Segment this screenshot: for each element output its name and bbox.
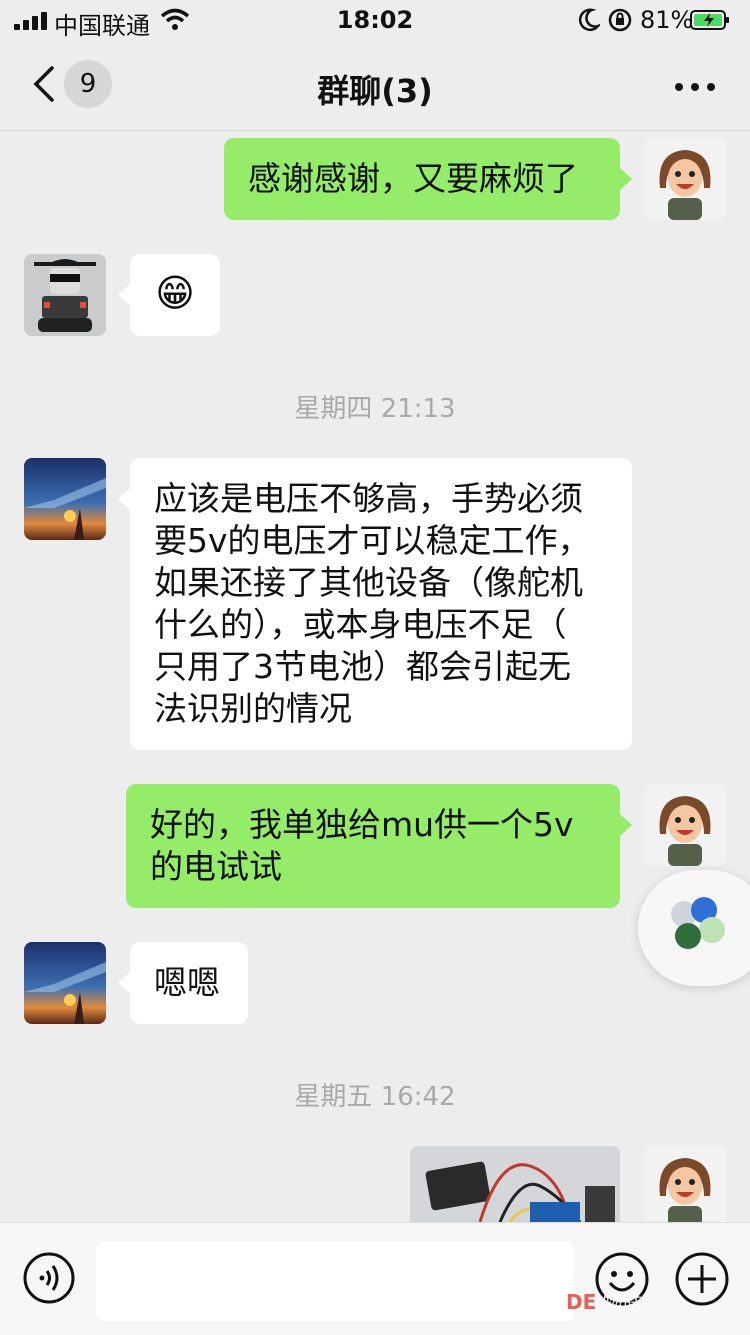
sunset-avatar[interactable]	[24, 942, 106, 1024]
my-avatar[interactable]	[644, 784, 726, 866]
my-avatar[interactable]	[644, 138, 726, 220]
battery-percent: 81%	[640, 6, 694, 34]
moon-icon	[578, 8, 600, 32]
sunset-avatar-icon	[24, 942, 106, 1024]
message-text: 感谢感谢，又要麻烦了	[248, 159, 578, 198]
watermark-prefix: DE	[566, 1290, 597, 1314]
timestamp: 星期五 16:42	[294, 1082, 456, 1112]
message-bubble[interactable]: 好的，我单独给mu供一个5v 的电试试	[126, 784, 620, 908]
message-line: 好的，我单独给mu供一个5v	[150, 805, 574, 844]
plus-icon[interactable]	[674, 1251, 730, 1307]
voice-icon[interactable]	[22, 1251, 76, 1305]
image-message[interactable]	[410, 1146, 620, 1222]
battery-icon	[690, 10, 729, 30]
circuit-photo-icon	[410, 1146, 620, 1222]
watermark: DE 物联	[566, 1286, 643, 1315]
cartoon-girl-avatar-icon	[644, 1146, 726, 1228]
message-bubble[interactable]: 感谢感谢，又要麻烦了	[224, 138, 620, 220]
sunset-avatar-icon	[24, 458, 106, 540]
clock: 18:02	[336, 6, 414, 34]
input-bar	[0, 1222, 750, 1335]
floating-window-button[interactable]	[638, 870, 750, 986]
message-line: 法识别的情况	[154, 689, 352, 728]
robot-avatar[interactable]	[24, 254, 106, 336]
message-line: 的电试试	[150, 847, 282, 886]
cartoon-girl-avatar-icon	[644, 784, 726, 866]
more-icon[interactable]	[670, 72, 720, 102]
chat-title: 群聊(3)	[317, 72, 433, 110]
my-avatar[interactable]	[644, 1146, 726, 1228]
watermark-text: 物联	[602, 1290, 643, 1314]
message-line: 如果还接了其他设备（像舵机	[154, 563, 583, 602]
message-bubble[interactable]: 应该是电压不够高，手势必须 要5v的电压才可以稳定工作， 如果还接了其他设备（像…	[130, 458, 632, 750]
floating-window-icon	[671, 897, 725, 949]
message-line: 只用了3节电池）都会引起无	[154, 647, 571, 686]
grin-emoji-icon: 😁	[155, 271, 195, 315]
chat-header: 9 群聊(3)	[0, 44, 750, 131]
orientation-lock-icon	[608, 8, 632, 32]
message-bubble[interactable]: 嗯嗯	[130, 942, 248, 1024]
robot-avatar-icon	[24, 254, 106, 336]
timestamp: 星期四 21:13	[294, 394, 456, 424]
status-bar: 中国联通 18:02 81%	[0, 0, 750, 40]
sunset-avatar[interactable]	[24, 458, 106, 540]
message-line: 应该是电压不够高，手势必须	[154, 479, 583, 518]
message-line: 什么的），或本身电压不足（	[154, 605, 567, 644]
message-text: 嗯嗯	[154, 963, 220, 1002]
message-line: 要5v的电压才可以稳定工作，	[154, 521, 591, 560]
cartoon-girl-avatar-icon	[644, 138, 726, 220]
message-input[interactable]	[96, 1241, 574, 1321]
message-bubble[interactable]: 😁	[130, 254, 220, 336]
